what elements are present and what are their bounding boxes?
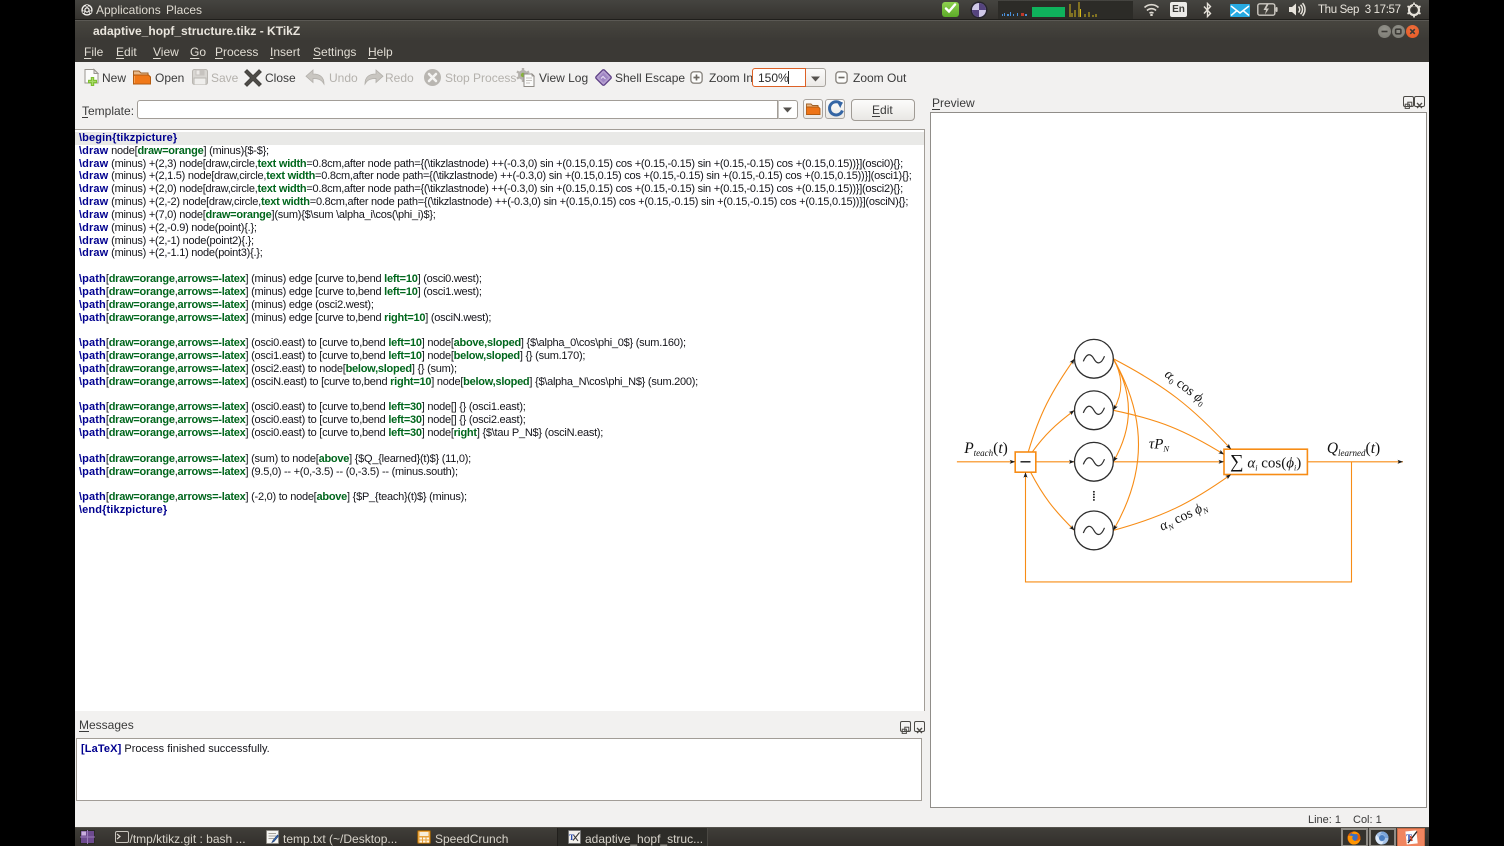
svg-text:Pteach(t): Pteach(t) — [963, 440, 1008, 458]
svg-text:α0 cos ϕ0: α0 cos ϕ0 — [1161, 367, 1209, 409]
svg-text:τPN: τPN — [1149, 436, 1171, 453]
svg-text:T: T — [569, 833, 575, 842]
svg-text:∑ αi cos(ϕi): ∑ αi cos(ϕi) — [1230, 452, 1301, 473]
svg-text:Qlearned(t): Qlearned(t) — [1327, 440, 1380, 458]
